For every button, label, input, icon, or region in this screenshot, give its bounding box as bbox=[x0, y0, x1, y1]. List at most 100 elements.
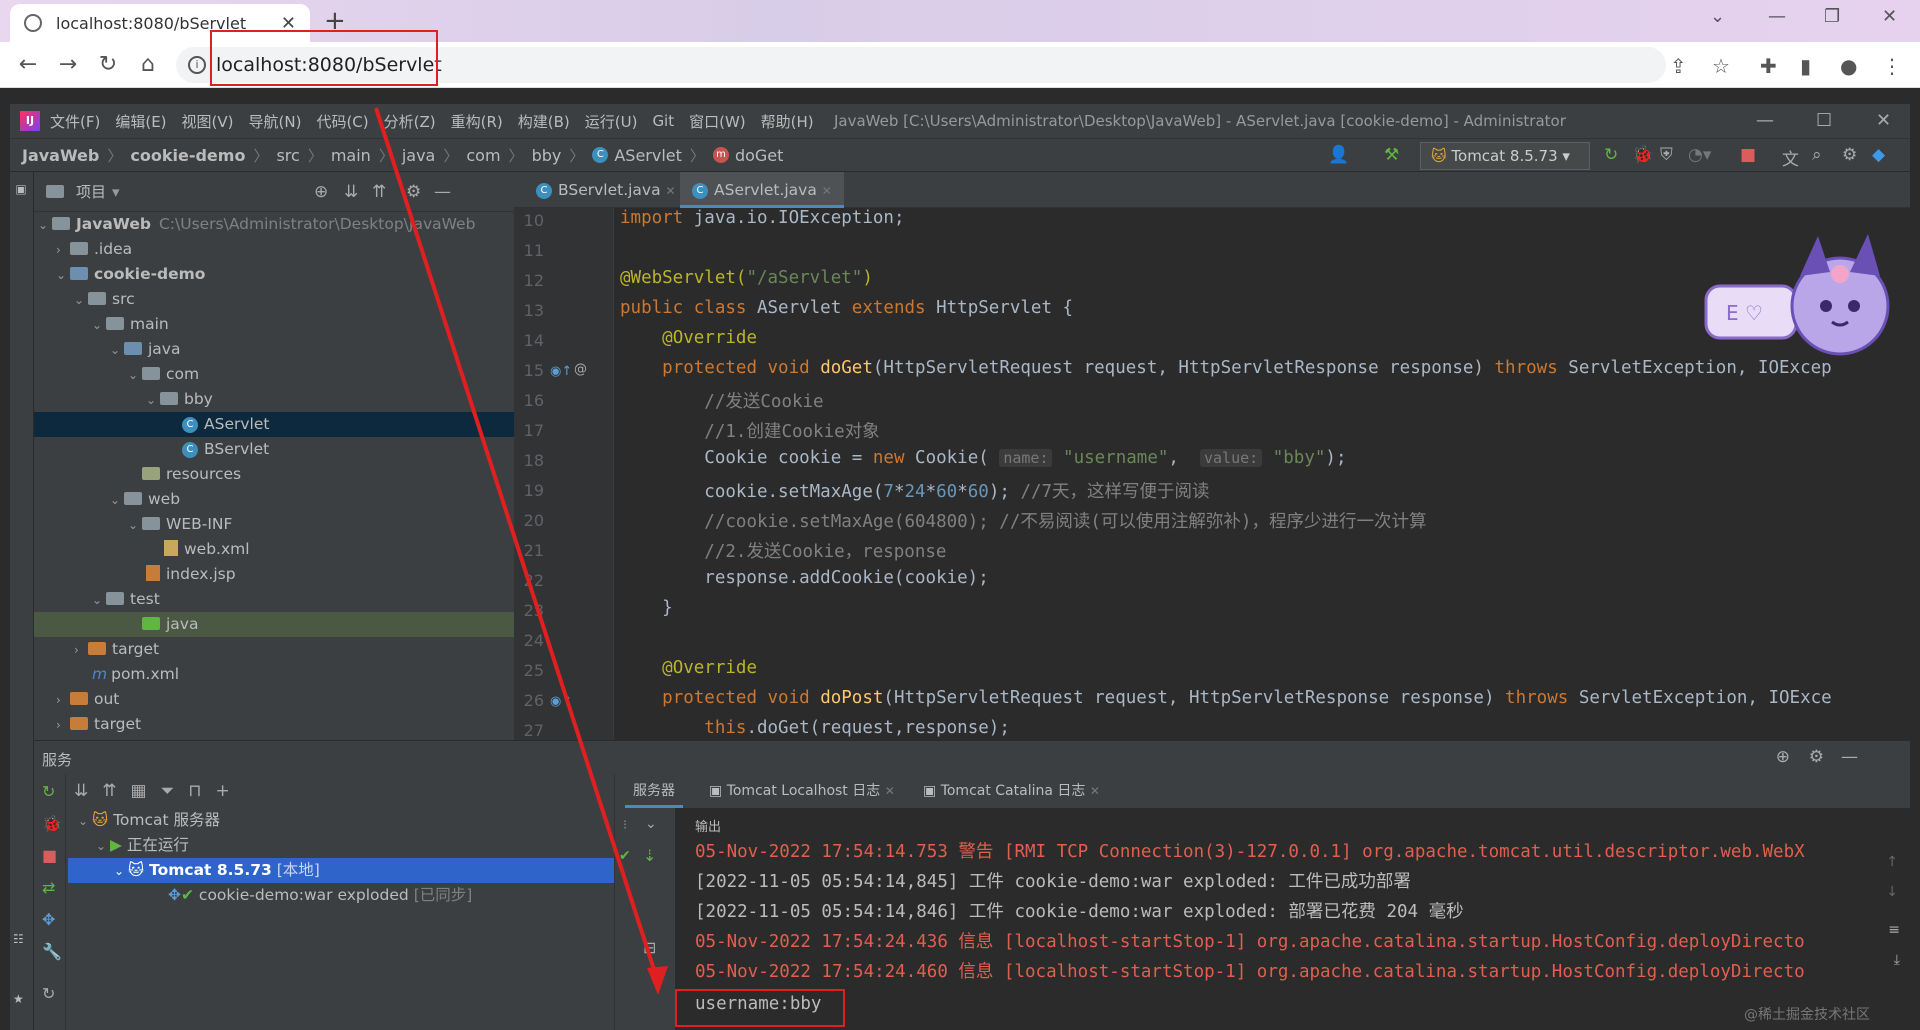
filter-icon[interactable]: ⏷ bbox=[161, 781, 175, 801]
menu-file[interactable]: 文件(F) bbox=[50, 111, 100, 132]
tree-item[interactable]: ⌄ java bbox=[34, 337, 514, 362]
rerun-icon[interactable]: ↻ bbox=[42, 782, 55, 801]
bookmark-star-icon[interactable]: ☆ bbox=[1712, 54, 1730, 78]
update-app-icon[interactable]: ⇣ bbox=[643, 846, 656, 865]
add-icon[interactable]: + bbox=[215, 781, 229, 801]
share-icon[interactable]: ⇪ bbox=[1670, 54, 1687, 78]
tree-item[interactable]: ⌄ cookie-demo bbox=[34, 262, 514, 287]
deploy-icon[interactable]: ⇄ bbox=[42, 878, 55, 897]
tab-catalina-log[interactable]: ▣ Tomcat Catalina 日志 ✕ bbox=[915, 774, 1108, 808]
coverage-icon[interactable]: ⛨ bbox=[1660, 145, 1673, 165]
scroll-down-icon[interactable]: ↓ bbox=[1886, 884, 1898, 900]
ide-minimize-icon[interactable]: — bbox=[1756, 110, 1774, 131]
search-icon[interactable]: ⌕ bbox=[1812, 145, 1822, 165]
menu-view[interactable]: 视图(V) bbox=[182, 111, 234, 132]
debug-icon[interactable]: 🐞 bbox=[42, 814, 62, 833]
tree-item[interactable]: › out bbox=[34, 687, 514, 712]
minimize-icon[interactable]: — bbox=[1768, 6, 1786, 27]
soft-wrap-icon[interactable]: ≡ bbox=[1888, 922, 1900, 938]
settings-icon[interactable]: ⚙ bbox=[1809, 747, 1824, 767]
override-gutter-icon[interactable]: ◉↑ bbox=[550, 364, 572, 379]
scroll-to-end-icon[interactable]: ⤓ bbox=[1894, 952, 1900, 968]
restore-icon[interactable]: ❐ bbox=[1824, 6, 1840, 27]
tree-item[interactable]: ⌄ com bbox=[34, 362, 514, 387]
tree-item[interactable]: ⌄ test bbox=[34, 587, 514, 612]
menu-refactor[interactable]: 重构(R) bbox=[451, 111, 503, 132]
ide-maximize-icon[interactable]: ☐ bbox=[1816, 110, 1832, 131]
chevron-down-icon[interactable]: ⌄ bbox=[645, 816, 657, 832]
close-tab-icon[interactable]: ✕ bbox=[1090, 784, 1100, 798]
menu-build[interactable]: 构建(B) bbox=[518, 111, 570, 132]
close-tab-icon[interactable]: ✕ bbox=[885, 784, 895, 798]
settings-icon[interactable]: ⚙ bbox=[1842, 145, 1857, 165]
tree-item[interactable]: ⌄ WEB-INF bbox=[34, 512, 514, 537]
tree-item-aservlet[interactable]: C AServlet bbox=[34, 412, 514, 437]
service-tomcat-instance[interactable]: ⌄ 🐱 Tomcat 8.5.73 [本地] bbox=[68, 858, 614, 883]
side-panel-icon[interactable]: ▮ bbox=[1800, 54, 1811, 78]
code-editor[interactable]: 10 11 12 13 14 15 16 17 18 19 20 21 22 2… bbox=[514, 208, 1910, 740]
close-tab-icon[interactable]: ✕ bbox=[666, 184, 676, 198]
run-config-dropdown[interactable]: 🐱 Tomcat 8.5.73 ▾ bbox=[1420, 142, 1590, 170]
crumb-module[interactable]: cookie-demo bbox=[130, 146, 245, 165]
tree-item[interactable]: java bbox=[34, 612, 514, 637]
menu-git[interactable]: Git bbox=[652, 112, 674, 130]
menu-window[interactable]: 窗口(W) bbox=[689, 111, 746, 132]
wrench-icon[interactable]: 🔧 bbox=[42, 942, 62, 961]
refresh-icon[interactable]: ↻ bbox=[42, 984, 55, 1003]
reload-icon[interactable]: ↻ bbox=[94, 52, 122, 77]
collapse-all-icon[interactable]: ⇈ bbox=[102, 781, 116, 801]
extensions-icon[interactable]: ✚ bbox=[1760, 54, 1777, 78]
crumb-class[interactable]: AServlet bbox=[614, 146, 682, 165]
close-icon[interactable]: ✕ bbox=[1882, 6, 1897, 27]
chevron-down-icon[interactable]: ⌄ bbox=[1710, 6, 1725, 27]
tab-localhost-log[interactable]: ▣ Tomcat Localhost 日志 ✕ bbox=[701, 774, 903, 808]
crumb-main[interactable]: main bbox=[331, 146, 371, 165]
artifact-icon[interactable]: ✥ bbox=[42, 910, 55, 929]
project-view-label[interactable]: 项目 bbox=[76, 181, 106, 202]
hide-panel-icon[interactable]: — bbox=[1841, 747, 1858, 767]
rerun-icon[interactable]: ↻ bbox=[1604, 145, 1618, 165]
tab-bservlet[interactable]: C BServlet.java ✕ bbox=[524, 172, 688, 208]
tree-item[interactable]: ⌄ main bbox=[34, 312, 514, 337]
build-hammer-icon[interactable]: ⚒ bbox=[1384, 145, 1399, 165]
menu-navigate[interactable]: 导航(N) bbox=[249, 111, 302, 132]
info-icon[interactable]: i bbox=[188, 56, 206, 74]
crumb-java[interactable]: java bbox=[402, 146, 436, 165]
tab-aservlet[interactable]: C AServlet.java ✕ bbox=[680, 172, 844, 208]
tab-server[interactable]: 服务器 bbox=[625, 774, 683, 808]
user-icon[interactable]: 👤 bbox=[1328, 145, 1349, 165]
group-icon[interactable]: ▦ bbox=[131, 781, 147, 801]
menu-analyze[interactable]: 分析(Z) bbox=[384, 111, 436, 132]
tree-item[interactable]: C BServlet bbox=[34, 437, 514, 462]
plugin-icon[interactable]: ◆ bbox=[1872, 145, 1885, 165]
tree-item[interactable]: ⌄ web bbox=[34, 487, 514, 512]
pin-icon[interactable]: ⊓ bbox=[188, 781, 201, 801]
service-running-group[interactable]: ⌄ ▶ 正在运行 bbox=[68, 833, 614, 858]
project-tool-icon[interactable]: ▣ bbox=[14, 182, 28, 196]
expand-all-icon[interactable]: ⇊ bbox=[344, 182, 358, 202]
profile-run-icon[interactable]: ◔▾ bbox=[1688, 145, 1711, 165]
expand-all-icon[interactable]: ⇊ bbox=[74, 781, 88, 801]
drag-handle-icon[interactable]: ⁝ bbox=[623, 818, 627, 833]
scroll-up-icon[interactable]: ↑ bbox=[1886, 854, 1898, 870]
crumb-method[interactable]: doGet bbox=[735, 146, 783, 165]
ide-close-icon[interactable]: ✕ bbox=[1876, 110, 1891, 131]
crumb-com[interactable]: com bbox=[466, 146, 500, 165]
more-menu-icon[interactable]: ⋮ bbox=[1882, 54, 1902, 78]
menu-code[interactable]: 代码(C) bbox=[316, 111, 368, 132]
override-gutter-icon[interactable]: ◉↑ bbox=[550, 694, 572, 709]
crumb-project[interactable]: JavaWeb bbox=[22, 146, 99, 165]
menu-edit[interactable]: 编辑(E) bbox=[115, 111, 166, 132]
back-icon[interactable]: ← bbox=[14, 52, 42, 77]
profile-avatar[interactable]: ● bbox=[1840, 54, 1857, 78]
home-icon[interactable]: ⌂ bbox=[134, 52, 162, 77]
panel-settings-icon[interactable]: ⚙ bbox=[406, 182, 421, 202]
tree-item[interactable]: › target bbox=[34, 712, 514, 737]
close-tab-icon[interactable]: ✕ bbox=[822, 184, 832, 198]
locate-icon[interactable]: ⊕ bbox=[314, 182, 328, 202]
tree-item[interactable]: ⌄ JavaWeb C:\Users\Administrator\Desktop\J… bbox=[34, 212, 514, 237]
tree-item[interactable]: resources bbox=[34, 462, 514, 487]
tree-item[interactable]: m pom.xml bbox=[34, 662, 514, 687]
translate-icon[interactable]: 文 bbox=[1782, 145, 1799, 170]
collapse-all-icon[interactable]: ⇈ bbox=[372, 182, 386, 202]
